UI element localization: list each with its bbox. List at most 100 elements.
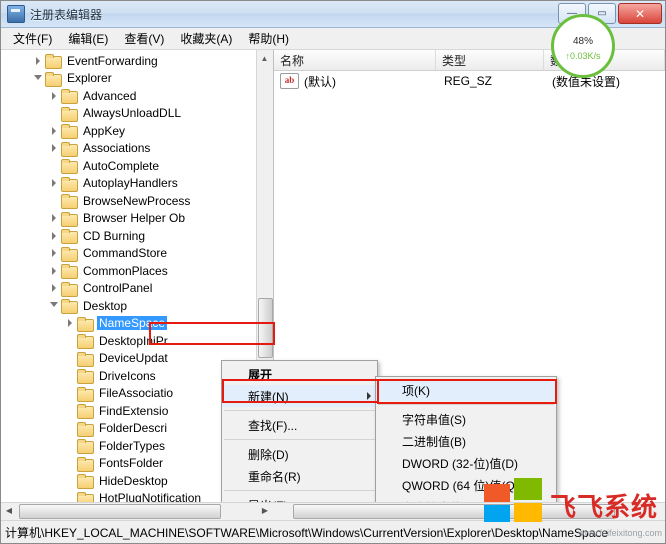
tree-item-label: Associations	[83, 141, 151, 156]
tree-item-browsenewprocess[interactable]: BrowseNewProcess	[1, 192, 273, 210]
cell-value-name: (默认)	[304, 74, 336, 89]
menu-separator	[378, 404, 554, 405]
tree-item-label: NameSpace	[97, 316, 168, 331]
column-header-name[interactable]: 名称	[274, 50, 436, 70]
status-path: 计算机\HKEY_LOCAL_MACHINE\SOFTWARE\Microsof…	[5, 525, 609, 540]
context-menu-item-2[interactable]: 查找(F)...	[222, 414, 377, 436]
submenu-item-0[interactable]: 项(K)	[376, 379, 556, 401]
tree-item-commonplaces[interactable]: CommonPlaces	[1, 262, 273, 280]
tree-item-desktopinipr[interactable]: DesktopIniPr	[1, 332, 273, 350]
folder-icon	[45, 54, 62, 70]
tree-item-alwaysunloaddll[interactable]: AlwaysUnloadDLL	[1, 105, 273, 123]
context-menu[interactable]: 展开新建(N)查找(F)...删除(D)重命名(R)导出(E)权限(P)...复…	[221, 360, 378, 502]
tree-item-eventforwarding[interactable]: EventForwarding	[1, 52, 273, 70]
hscroll-left-arrow-icon[interactable]: ◀	[1, 503, 17, 518]
column-header-type[interactable]: 类型	[436, 50, 544, 70]
cell-value-type: REG_SZ	[444, 74, 493, 88]
tree-item-associations[interactable]: Associations	[1, 140, 273, 158]
tree-item-label: AutoplayHandlers	[83, 176, 178, 191]
tree-item-commandstore[interactable]: CommandStore	[1, 245, 273, 263]
tree-item-controlpanel[interactable]: ControlPanel	[1, 280, 273, 298]
tree-item-label: Explorer	[67, 71, 112, 86]
chevron-right-icon[interactable]	[47, 122, 61, 139]
context-menu-item-0[interactable]: 展开	[222, 363, 377, 385]
tree-scroll-thumb[interactable]	[258, 298, 273, 358]
chevron-right-icon[interactable]	[31, 52, 45, 69]
menu-edit[interactable]: 编辑(E)	[60, 28, 116, 49]
tree-item-autoplayhandlers[interactable]: AutoplayHandlers	[1, 175, 273, 193]
menu-separator	[224, 410, 375, 411]
tree-item-desktop[interactable]: Desktop	[1, 297, 273, 315]
folder-icon	[61, 281, 78, 297]
chevron-down-icon[interactable]	[31, 70, 45, 87]
scroll-up-arrow-icon[interactable]: ▲	[257, 50, 272, 66]
network-speed-badge: 48% ↑0.03K/s	[551, 14, 615, 78]
table-row[interactable]: ab (默认) REG_SZ (数值未设置)	[274, 71, 665, 91]
folder-icon	[77, 474, 94, 490]
chevron-right-icon[interactable]	[63, 315, 77, 332]
context-menu-item-label: 展开	[248, 367, 273, 382]
tree-item-label: CommonPlaces	[83, 263, 168, 278]
context-menu-item-1[interactable]: 新建(N)	[222, 385, 377, 407]
speed-percent: 48%	[572, 36, 594, 47]
hscroll-right-arrow-icon[interactable]: ▶	[257, 503, 273, 518]
folder-icon	[77, 351, 94, 367]
chevron-right-icon[interactable]	[47, 227, 61, 244]
context-menu-item-label: 删除(D)	[248, 447, 289, 462]
folder-icon	[61, 159, 78, 175]
chevron-down-icon[interactable]	[47, 297, 61, 314]
tree-item-label: ControlPanel	[83, 281, 153, 296]
folder-icon	[77, 386, 94, 402]
folder-icon	[61, 246, 78, 262]
submenu-item-label: 多字符串值(M)	[402, 499, 480, 503]
tree-item-label: Browser Helper Ob	[83, 211, 186, 226]
menu-separator	[224, 490, 375, 491]
menu-separator	[224, 439, 375, 440]
tree-item-namespace[interactable]: NameSpace	[1, 315, 273, 333]
chevron-right-icon[interactable]	[47, 280, 61, 297]
tree-item-cd-burning[interactable]: CD Burning	[1, 227, 273, 245]
context-menu-item-5[interactable]: 导出(E)	[222, 494, 377, 503]
menu-help[interactable]: 帮助(H)	[240, 28, 297, 49]
close-button[interactable]: ✕	[618, 3, 662, 24]
folder-icon	[61, 124, 78, 140]
menu-favorites[interactable]: 收藏夹(A)	[172, 28, 240, 49]
tree-item-appkey[interactable]: AppKey	[1, 122, 273, 140]
tree-item-label: AutoComplete	[83, 158, 160, 173]
ab-string-icon: ab	[280, 73, 299, 89]
chevron-right-icon[interactable]	[47, 140, 61, 157]
tree-item-label: CD Burning	[83, 228, 146, 243]
submenu-item-1[interactable]: 字符串值(S)	[376, 408, 556, 430]
context-menu-item-3[interactable]: 删除(D)	[222, 443, 377, 465]
context-menu-item-4[interactable]: 重命名(R)	[222, 465, 377, 487]
folder-icon	[77, 439, 94, 455]
tree-hscroll-thumb[interactable]	[19, 504, 221, 519]
chevron-right-icon[interactable]	[47, 175, 61, 192]
chevron-right-icon[interactable]	[47, 245, 61, 262]
watermark: 飞飞系统	[483, 470, 658, 522]
registry-editor-window: 注册表编辑器 — ▭ ✕ 文件(F) 编辑(E) 查看(V) 收藏夹(A) 帮助…	[0, 0, 666, 544]
folder-icon	[61, 141, 78, 157]
tree-item-label: EventForwarding	[67, 53, 158, 68]
windows-flag-icon	[483, 470, 544, 522]
tree-item-autocomplete[interactable]: AutoComplete	[1, 157, 273, 175]
context-menu-item-label: 重命名(R)	[248, 469, 301, 484]
context-menu-item-label: 导出(E)	[248, 497, 288, 503]
menu-view[interactable]: 查看(V)	[116, 28, 172, 49]
tree-item-label: Desktop	[83, 298, 128, 313]
submenu-item-2[interactable]: 二进制值(B)	[376, 430, 556, 452]
tree-item-browser-helper-ob[interactable]: Browser Helper Ob	[1, 210, 273, 228]
chevron-right-icon[interactable]	[47, 87, 61, 104]
chevron-right-icon[interactable]	[47, 210, 61, 227]
folder-icon	[77, 316, 94, 332]
chevron-right-icon[interactable]	[47, 262, 61, 279]
tree-item-explorer[interactable]: Explorer	[1, 70, 273, 88]
menu-file[interactable]: 文件(F)	[5, 28, 60, 49]
tree-item-advanced[interactable]: Advanced	[1, 87, 273, 105]
folder-icon	[77, 491, 94, 502]
